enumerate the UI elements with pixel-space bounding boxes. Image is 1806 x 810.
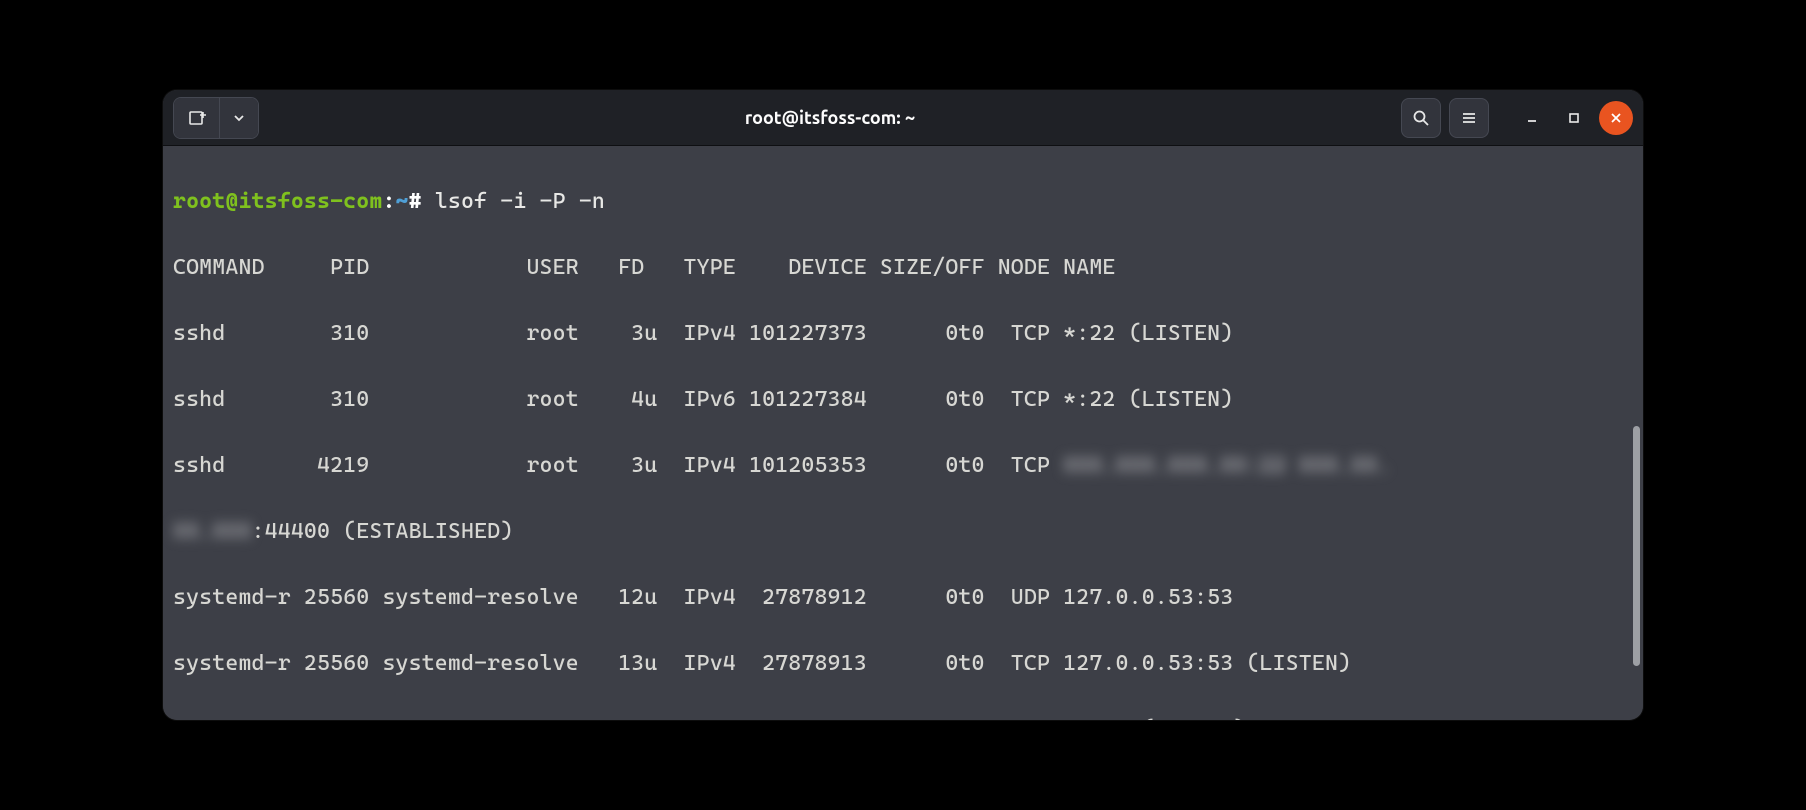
output-row: sshd 310 root 3u IPv4 101227373 0t0 TCP … [173,317,1633,350]
window-title: root@itsfoss-com: ~ [267,108,1393,128]
chevron-down-icon [232,111,246,125]
output-row-blurred: sshd 4219 root 3u IPv4 101205353 0t0 TCP… [173,449,1633,482]
prompt-user-host: root@itsfoss-com [173,189,382,214]
output-header: COMMAND PID USER FD TYPE DEVICE SIZE/OFF… [173,251,1633,284]
output-row: docker-pr 31950 root 4u IPv4 101225857 0… [173,713,1633,720]
command-text: lsof -i -P -n [435,189,605,214]
titlebar: root@itsfoss-com: ~ [163,90,1643,146]
close-button[interactable] [1599,101,1633,135]
new-tab-button[interactable] [174,98,220,138]
output-row: systemd-r 25560 systemd-resolve 12u IPv4… [173,581,1633,614]
maximize-button[interactable] [1557,101,1591,135]
hamburger-icon [1460,109,1478,127]
output-row: systemd-r 25560 systemd-resolve 13u IPv4… [173,647,1633,680]
prompt-path: ~ [396,189,409,214]
close-icon [1610,112,1622,124]
terminal-window: root@itsfoss-com: ~ [163,90,1643,720]
output-row: sshd 310 root 4u IPv6 101227384 0t0 TCP … [173,383,1633,416]
terminal-content[interactable]: root@itsfoss-com:~# lsof -i -P -n COMMAN… [163,146,1643,720]
new-tab-dropdown[interactable] [220,98,258,138]
redacted-ip: XX.XXX [173,519,252,544]
menu-button[interactable] [1449,98,1489,138]
maximize-icon [1568,112,1580,124]
minimize-button[interactable] [1515,101,1549,135]
scrollbar[interactable] [1633,426,1640,666]
search-icon [1412,109,1430,127]
prompt-line: root@itsfoss-com:~# lsof -i -P -n [173,185,1633,218]
minimize-icon [1525,111,1539,125]
new-tab-group [173,97,259,139]
output-row-blurred-cont: XX.XXX:44400 (ESTABLISHED) [173,515,1633,548]
redacted-ip: XXX.XXX.XXX.XX:22 XXX.XX. [1063,453,1390,478]
search-button[interactable] [1401,98,1441,138]
